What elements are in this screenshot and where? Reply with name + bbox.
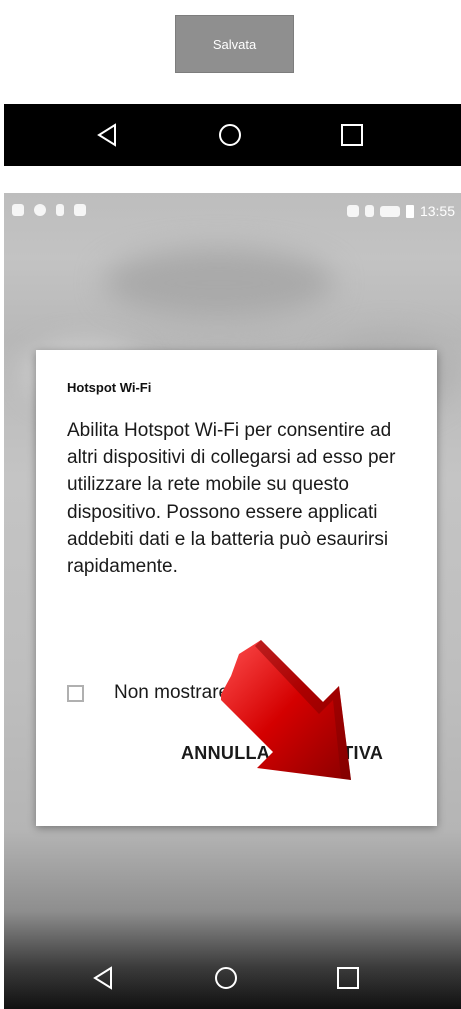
status-bar: 13:55 [4, 193, 461, 233]
navigation-bar-bottom [4, 947, 461, 1009]
red-arrow-icon [221, 640, 351, 780]
recent-apps-button[interactable] [336, 966, 360, 990]
toast-message: Salvata [175, 15, 294, 73]
home-button[interactable] [213, 965, 239, 991]
hotspot-icon [34, 204, 46, 216]
nfc-icon [346, 205, 359, 217]
phone-screen: 13:55 Hotspot Wi-Fi Abilita Hotspot Wi-F… [4, 193, 461, 1009]
notification-icon [12, 204, 24, 216]
battery-icon [405, 204, 414, 218]
home-icon [219, 124, 241, 146]
signal-icon [379, 205, 400, 217]
home-button[interactable] [217, 122, 243, 148]
back-button[interactable] [96, 123, 118, 147]
navigation-bar-top [4, 104, 461, 166]
hotspot-dialog: Hotspot Wi-Fi Abilita Hotspot Wi-Fi per … [36, 350, 437, 826]
vibrate-icon [364, 205, 374, 217]
status-time: 13:55 [419, 203, 455, 219]
back-icon [93, 966, 112, 990]
back-button[interactable] [92, 966, 114, 990]
recent-apps-button[interactable] [340, 123, 364, 147]
usb-icon [56, 204, 64, 216]
back-icon [97, 123, 116, 147]
recent-apps-icon [341, 124, 363, 146]
dont-show-again-checkbox[interactable] [67, 684, 84, 702]
dialog-title: Hotspot Wi-Fi [67, 380, 152, 395]
home-icon [215, 967, 237, 989]
recent-apps-icon [337, 967, 359, 989]
android-icon [74, 204, 86, 216]
dialog-message: Abilita Hotspot Wi-Fi per consentire ad … [67, 420, 396, 578]
